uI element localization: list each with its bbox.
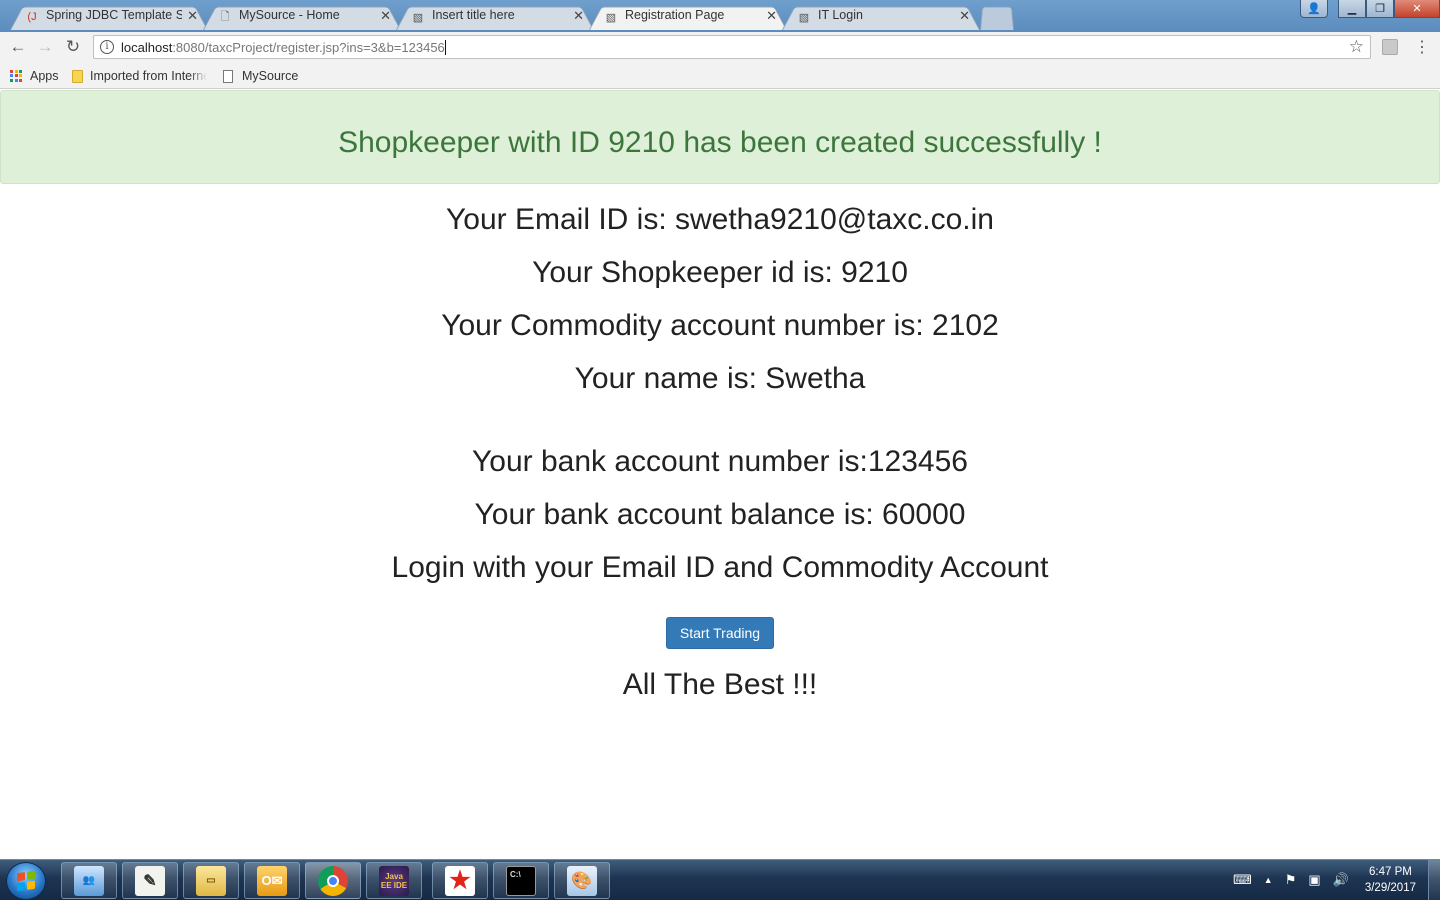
page-icon (223, 69, 233, 83)
start-trading-button[interactable]: Start Trading (666, 617, 774, 649)
bookmark-label: MySource (242, 69, 299, 83)
star-app-icon: ★ (445, 865, 475, 896)
tab-registration-page[interactable]: ▧ Registration Page ✕ (589, 2, 787, 30)
address-bar[interactable]: i localhost:8080/taxcProject/register.js… (93, 35, 1371, 59)
bookmark-mysource[interactable]: MySource (223, 67, 298, 85)
farewell-text: All The Best !!! (622, 668, 818, 701)
apps-grid-icon (10, 69, 23, 83)
login-hint: Login with your Email ID and Commodity A… (391, 551, 1049, 584)
reload-icon[interactable]: ↻ (61, 36, 85, 58)
extension-icon[interactable] (1382, 39, 1398, 55)
bookmark-label: Imported from Interne (90, 69, 207, 83)
url-text[interactable]: localhost:8080/taxcProject/register.jsp?… (121, 40, 446, 55)
close-tab-icon[interactable]: ✕ (959, 8, 970, 24)
show-desktop-button[interactable] (1428, 860, 1440, 900)
taskbar-outlook[interactable]: O✉ (244, 862, 300, 899)
notepad-icon: ✎ (135, 865, 165, 896)
taskbar-notepad[interactable]: ✎ (122, 862, 178, 899)
url-host: localhost (121, 40, 173, 55)
bookmark-apps[interactable]: Apps (10, 67, 59, 85)
back-arrow-icon[interactable]: ← (6, 36, 30, 58)
page-content: Shopkeeper with ID 9210 has been created… (0, 89, 1440, 859)
network-icon[interactable]: ▣ (1308, 872, 1320, 888)
text-caret (444, 40, 446, 55)
menu-dots-icon[interactable]: ⋮ (1414, 37, 1430, 57)
bookmark-star-icon[interactable]: ☆ (1349, 37, 1364, 57)
bookmark-label: Apps (30, 69, 59, 83)
windows-logo-icon (17, 870, 35, 892)
close-tab-icon[interactable]: ✕ (573, 8, 584, 24)
clock-date: 3/29/2017 (1364, 882, 1416, 894)
taskbar-java-ee-ide[interactable]: Java EE IDE (366, 862, 422, 899)
forward-arrow-icon[interactable]: → (33, 36, 57, 58)
close-tab-icon[interactable]: ✕ (187, 8, 198, 24)
clock-time: 6:47 PM (1369, 866, 1412, 878)
url-path: :8080/taxcProject/register.jsp?ins=3&b=1… (172, 40, 445, 55)
tab-insert-title[interactable]: ▧ Insert title here ✕ (396, 2, 594, 30)
taskbar-paint[interactable]: 🎨 (554, 862, 610, 899)
java-icon: (J (27, 11, 37, 23)
tab-title: Insert title here (432, 8, 515, 22)
shopkeeper-id-line: Your Shopkeeper id is: 9210 (532, 256, 908, 289)
restore-button[interactable]: ❐ (1366, 0, 1394, 18)
file-explorer-icon: ▭ (196, 865, 226, 896)
system-tray: ⌨ ▲ ⚑ ▣ 🔊 6:47 PM 3/29/2017 (1227, 860, 1420, 900)
user-icon[interactable]: 👤 (1300, 0, 1328, 18)
keyboard-icon[interactable]: ⌨ (1233, 872, 1252, 888)
chrome-icon (318, 865, 348, 896)
action-center-flag-icon[interactable]: ⚑ (1285, 872, 1297, 888)
tab-spring-jdbc[interactable]: (J Spring JDBC Template Si ✕ (10, 2, 208, 30)
java-ee-ide-icon: Java EE IDE (379, 865, 409, 896)
bank-account-line: Your bank account number is:123456 (472, 445, 968, 478)
email-line: Your Email ID is: swetha9210@taxc.co.in (446, 203, 994, 236)
show-hidden-icons-icon[interactable]: ▲ (1264, 875, 1273, 885)
bookmarks-bar: Apps Imported from Interne MySource (0, 62, 1440, 89)
tab-title: Spring JDBC Template Si (46, 8, 182, 22)
volume-icon[interactable]: 🔊 (1333, 872, 1349, 888)
system-clock[interactable]: 6:47 PM 3/29/2017 (1365, 864, 1416, 896)
bank-balance-line: Your bank account balance is: 60000 (474, 498, 966, 531)
tab-title: Registration Page (625, 8, 725, 22)
folder-icon (72, 69, 83, 83)
tab-title: IT Login (818, 8, 863, 22)
eclipse-page-icon: ▧ (412, 11, 424, 24)
success-alert: Shopkeeper with ID 9210 has been created… (0, 90, 1440, 184)
bookmark-imported-folder[interactable]: Imported from Interne (72, 67, 207, 85)
close-tab-icon[interactable]: ✕ (380, 8, 391, 24)
name-line: Your name is: Swetha (574, 362, 866, 395)
outlook-contacts-icon: 👥 (74, 865, 104, 896)
taskbar-star-app[interactable]: ★ (432, 862, 488, 899)
command-prompt-icon: C:\ (506, 865, 536, 896)
minimize-button[interactable]: ▁ (1338, 0, 1366, 18)
browser-tab-strip: (J Spring JDBC Template Si ✕ 🗋 MySource … (0, 0, 1440, 32)
tab-title: MySource - Home (239, 8, 340, 22)
paint-icon: 🎨 (567, 865, 597, 896)
tab-mysource-home[interactable]: 🗋 MySource - Home ✕ (203, 2, 401, 30)
browser-toolbar: ← → ↻ i localhost:8080/taxcProject/regis… (0, 32, 1440, 62)
tab-it-login[interactable]: ▧ IT Login ✕ (782, 2, 980, 30)
outlook-icon: O✉ (257, 865, 287, 896)
close-window-button[interactable]: ✕ (1394, 0, 1440, 18)
commodity-account-line: Your Commodity account number is: 2102 (441, 309, 999, 342)
eclipse-page-icon: ▧ (605, 11, 617, 24)
new-tab-button[interactable] (980, 2, 1014, 30)
windows-taskbar: 👥 ✎ ▭ O✉ Java EE IDE ★ C:\ 🎨 ⌨ ▲ ⚑ ▣ 🔊 6… (0, 859, 1440, 900)
taskbar-chrome[interactable] (305, 862, 361, 899)
eclipse-page-icon: ▧ (798, 11, 810, 24)
taskbar-file-explorer[interactable]: ▭ (183, 862, 239, 899)
page-icon: 🗋 (220, 10, 230, 23)
taskbar-outlook-contacts[interactable]: 👥 (61, 862, 117, 899)
taskbar-command-prompt[interactable]: C:\ (493, 862, 549, 899)
close-tab-icon[interactable]: ✕ (766, 8, 777, 24)
window-controls: 👤 ▁ ❐ ✕ (1300, 0, 1440, 20)
info-icon[interactable]: i (100, 40, 114, 54)
start-button[interactable] (6, 862, 46, 900)
